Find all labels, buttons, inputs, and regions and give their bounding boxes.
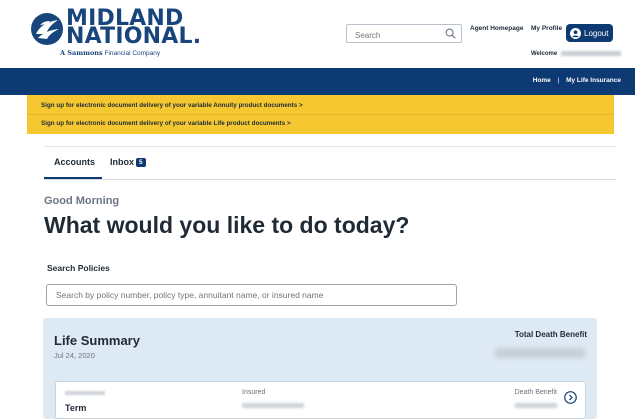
main-navbar: Home | My Life Insurance [0,68,635,95]
tab-inbox[interactable]: Inbox 5 [110,157,146,167]
search-icon[interactable] [445,28,456,39]
edelivery-banner: Sign up for electronic document delivery… [27,95,614,134]
brand-tagline-rest: Financial Company [104,50,161,57]
tabs-bottom-divider [44,179,616,180]
eagle-logo-icon [31,13,63,45]
redacted-insured-name [242,403,304,408]
redacted-policy-number [65,391,105,395]
banner-divider [27,114,614,115]
annuity-edelivery-link[interactable]: Sign up for electronic document delivery… [41,102,303,109]
total-death-benefit-label: Total Death Benefit [514,330,587,339]
policy-row[interactable]: Term Insured Death Benefit [55,381,586,419]
inbox-count-badge: 5 [136,158,146,167]
tab-accounts[interactable]: Accounts [54,157,95,167]
tab-inbox-label: Inbox [110,157,134,167]
my-profile-link[interactable]: My Profile [531,25,562,32]
nav-separator: | [557,77,560,84]
policy-type: Term [65,403,87,413]
nav-my-life-insurance-link[interactable]: My Life Insurance [566,77,621,84]
account-tabs: Accounts Inbox 5 [44,146,616,180]
redacted-user-name [560,51,621,56]
logout-label: Logout [584,28,609,38]
site-header: MIDLAND NATIONAL. A Sammons Financial Co… [0,0,635,68]
brand-tagline: A Sammons Financial Company [60,49,160,57]
greeting-text: Good Morning [44,195,120,207]
site-search-input[interactable] [347,27,437,44]
navbar-links: Home | My Life Insurance [533,77,621,84]
life-summary-title: Life Summary [54,333,140,348]
life-edelivery-link[interactable]: Sign up for electronic document delivery… [41,120,291,127]
brand-name: MIDLAND NATIONAL. [66,8,202,49]
page-headline: What would you like to do today? [44,212,410,238]
redacted-death-benefit [515,403,557,408]
welcome-text: Welcome [531,51,621,57]
insured-label: Insured [242,389,266,396]
search-policies-label: Search Policies [47,263,110,273]
policy-search-input[interactable] [47,285,442,305]
logout-button[interactable]: Logout [566,24,613,42]
brand-name-line2-text: NATIONAL [66,24,193,49]
death-benefit-label: Death Benefit [514,389,557,396]
policy-search-box[interactable] [46,284,457,306]
brand-name-line2: NATIONAL. [66,24,202,49]
redacted-total-death-benefit [495,348,585,358]
agent-homepage-link[interactable]: Agent Homepage [470,25,523,32]
site-search-box[interactable] [346,24,462,44]
life-summary-date: Jul 24, 2020 [54,351,95,360]
welcome-label: Welcome [531,51,558,58]
brand-tagline-bold: A Sammons [60,49,103,57]
nav-home-link[interactable]: Home [533,77,551,84]
tabs-top-divider [44,146,616,147]
user-circle-icon [570,27,581,39]
chevron-right-circle-icon[interactable] [564,391,577,404]
midland-national-logo[interactable]: MIDLAND NATIONAL. A Sammons Financial Co… [30,8,201,62]
